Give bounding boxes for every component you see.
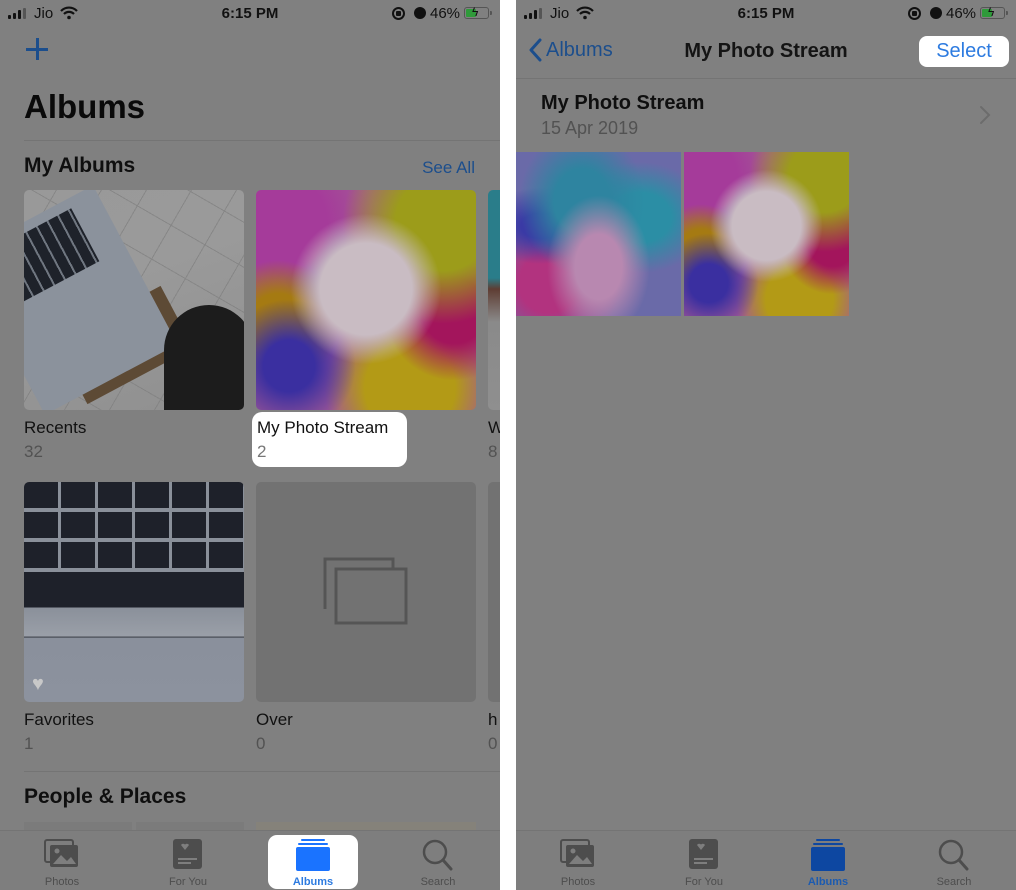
stream-title: My Photo Stream bbox=[541, 92, 705, 114]
albums-icon bbox=[296, 839, 330, 871]
album-name[interactable]: My Photo Stream bbox=[257, 418, 388, 438]
select-button[interactable]: Select bbox=[919, 36, 1009, 67]
battery-charging-icon: ϟ bbox=[464, 5, 492, 19]
tab-albums[interactable]: Albums bbox=[268, 835, 358, 889]
album-thumbnail-partial[interactable] bbox=[488, 482, 500, 702]
plus-icon[interactable] bbox=[24, 36, 50, 62]
photos-icon bbox=[560, 839, 594, 867]
tab-search[interactable]: Search bbox=[904, 831, 1004, 890]
battery-percent: 46% bbox=[430, 5, 461, 22]
tab-bar: Photos For You Albums Search bbox=[0, 830, 500, 890]
alarm-icon bbox=[414, 7, 426, 19]
tab-photos[interactable]: Photos bbox=[528, 831, 628, 890]
status-bar: Jio 6:15 PM 46% ϟ bbox=[0, 0, 500, 28]
album-count: 8 bbox=[488, 442, 498, 461]
tab-label: Albums bbox=[807, 876, 849, 888]
page-title: Albums bbox=[24, 88, 146, 125]
battery-percent: 46% bbox=[946, 5, 977, 22]
heart-icon: ♥ bbox=[32, 673, 44, 695]
photo-stream-screen: Jio 6:15 PM 46% ϟ Albums My Photo Stream… bbox=[516, 0, 1016, 890]
tab-albums[interactable]: Albums bbox=[778, 831, 878, 890]
tab-bar: Photos For You Albums Search bbox=[516, 830, 1016, 890]
tab-label: Search bbox=[936, 876, 972, 888]
tab-photos[interactable]: Photos bbox=[12, 831, 112, 890]
see-all-link[interactable]: See All bbox=[422, 158, 475, 178]
album-name: Favorites bbox=[24, 710, 94, 729]
divider bbox=[24, 771, 500, 772]
album-thumbnail-partial[interactable] bbox=[488, 190, 500, 410]
album-thumbnail-over[interactable] bbox=[256, 482, 476, 702]
album-count: 2 bbox=[257, 442, 267, 461]
album-count: 1 bbox=[24, 734, 34, 753]
album-count: 0 bbox=[488, 734, 498, 753]
alarm-icon bbox=[930, 7, 942, 19]
people-places-heading: People & Places bbox=[24, 785, 187, 808]
screen-divider bbox=[500, 0, 516, 890]
tab-label: For You bbox=[685, 876, 723, 888]
for-you-icon bbox=[689, 839, 718, 869]
orientation-lock-icon bbox=[908, 7, 921, 20]
tab-label: Search bbox=[420, 876, 456, 888]
album-count: 0 bbox=[256, 734, 266, 753]
album-thumbnail-favorites[interactable]: ♥ bbox=[24, 482, 244, 702]
divider bbox=[516, 78, 1016, 79]
albums-icon bbox=[811, 839, 845, 871]
album-name: h bbox=[488, 710, 498, 729]
tab-for-you[interactable]: For You bbox=[654, 831, 754, 890]
albums-screen: Jio 6:15 PM 46% ϟ Albums My Albums See A… bbox=[0, 0, 500, 890]
chevron-right-icon[interactable] bbox=[979, 105, 991, 125]
album-thumbnail-recents[interactable] bbox=[24, 190, 244, 410]
tab-search[interactable]: Search bbox=[388, 831, 488, 890]
tab-label: For You bbox=[169, 876, 207, 888]
photo-thumbnail[interactable] bbox=[516, 152, 681, 316]
album-name: Recents bbox=[24, 418, 87, 437]
battery-charging-icon: ϟ bbox=[980, 5, 1008, 19]
search-icon bbox=[422, 839, 453, 871]
tab-label: Albums bbox=[292, 876, 334, 888]
search-icon bbox=[938, 839, 969, 871]
stream-date: 15 Apr 2019 bbox=[541, 118, 639, 138]
for-you-icon bbox=[173, 839, 202, 869]
album-thumbnail-my-photo-stream[interactable] bbox=[256, 190, 476, 410]
status-bar: Jio 6:15 PM 46% ϟ bbox=[516, 0, 1016, 28]
tab-label: Photos bbox=[560, 876, 596, 888]
album-name: Over bbox=[256, 710, 293, 729]
photos-icon bbox=[44, 839, 78, 867]
album-name: W bbox=[488, 418, 500, 437]
orientation-lock-icon bbox=[392, 7, 405, 20]
my-albums-heading: My Albums bbox=[24, 154, 136, 177]
photo-thumbnail[interactable] bbox=[684, 152, 849, 316]
empty-album-icon bbox=[323, 557, 408, 625]
tab-label: Photos bbox=[44, 876, 80, 888]
divider bbox=[24, 140, 500, 141]
tab-for-you[interactable]: For You bbox=[138, 831, 238, 890]
album-count: 32 bbox=[24, 442, 43, 461]
